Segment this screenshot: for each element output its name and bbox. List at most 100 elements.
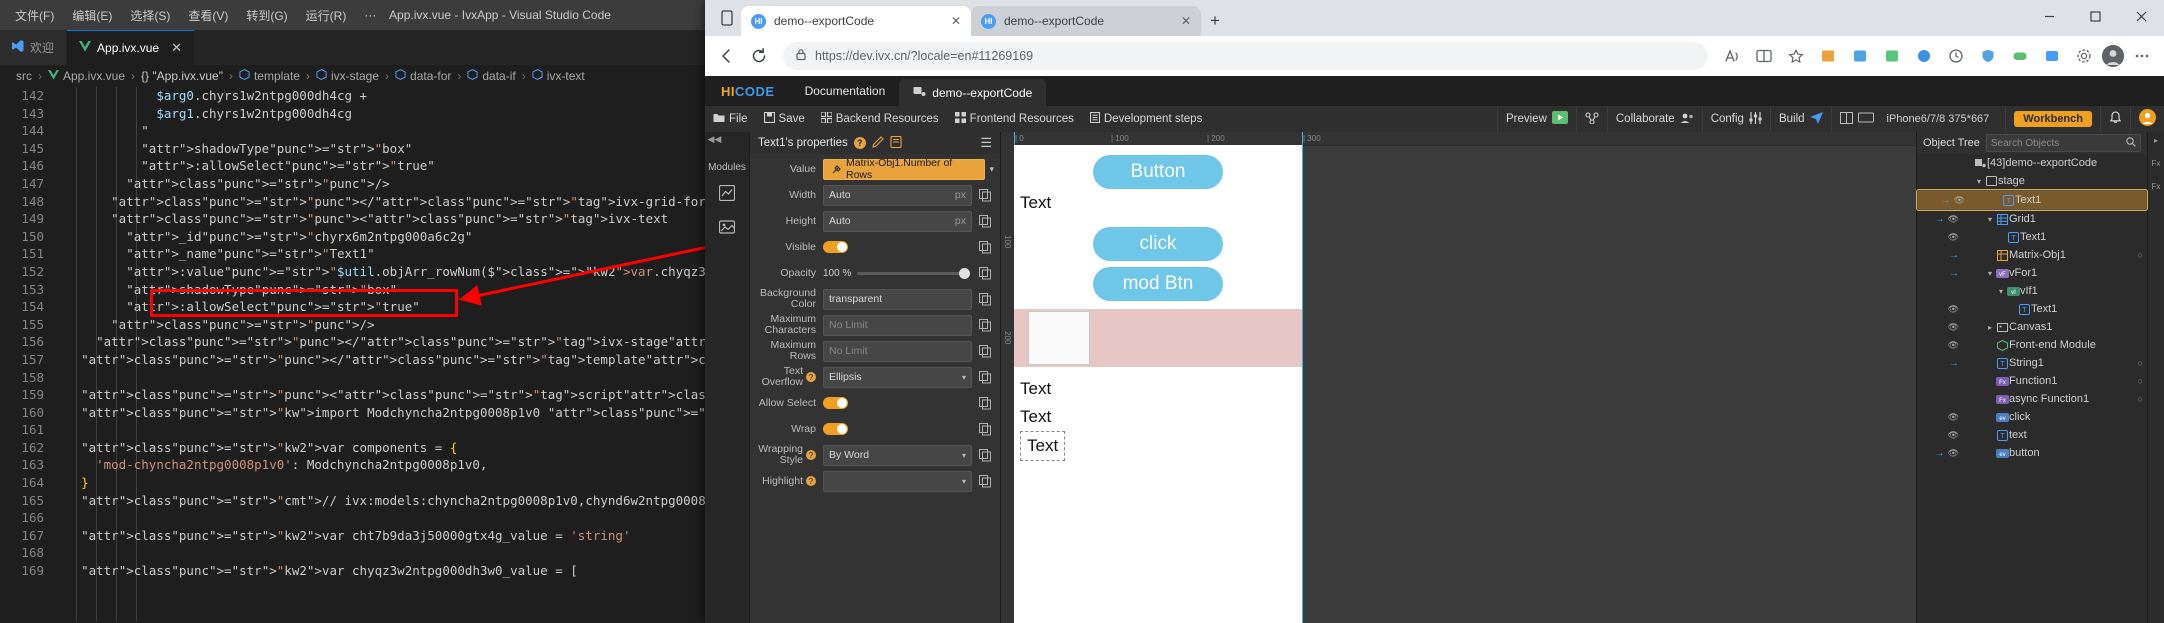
tree-caret-icon[interactable]: ▸ [1985,323,1995,332]
apps-icon[interactable] [2038,42,2066,70]
visibility-icon[interactable]: 👁 [1948,322,1959,333]
tree-caret-icon[interactable]: ▾ [1985,215,1995,224]
more-icon[interactable] [2128,42,2156,70]
maximize-button[interactable] [2072,0,2118,32]
avatar[interactable] [2102,45,2124,67]
editor-tab-0[interactable]: 欢迎 [0,30,68,65]
copy-icon[interactable] [977,473,994,490]
property-toggle[interactable] [823,241,848,253]
tree-row-2[interactable]: → 👁 T Text1 [1916,189,2148,211]
history-icon[interactable] [1846,42,1874,70]
visibility-icon[interactable]: 👁 [1948,412,1959,423]
games-icon[interactable] [2006,42,2034,70]
link-arrow-icon[interactable]: → [1941,195,1951,206]
link-arrow-icon[interactable]: → [1949,250,1959,261]
menu-item-1[interactable]: 编辑(E) [63,4,121,27]
browser-tab-1[interactable]: HI demo--exportCode ✕ [971,6,1201,36]
back-icon[interactable] [713,42,741,70]
menu-item-2[interactable]: 选择(S) [121,4,179,27]
browser-tabs[interactable]: HI demo--exportCode ✕ HI demo--exportCode ✕ [741,6,1201,36]
toolbar-backend-resources[interactable]: Backend Resources [813,106,947,132]
help-icon[interactable]: ? [806,372,816,382]
breadcrumb-item-2[interactable]: {} "App.ivx.vue" [141,69,223,83]
property-input[interactable]: No Limit [823,314,972,336]
link-arrow-icon[interactable]: → [1935,448,1945,459]
collaborate-button[interactable]: Collaborate [1606,106,1702,132]
property-input[interactable]: Matrix-Obj1.Number of Rows [823,157,986,181]
copy-icon[interactable] [977,187,994,204]
tree-caret-icon[interactable]: ▾ [1974,177,1984,186]
copy-icon[interactable] [977,421,994,438]
tree-row-9[interactable]: 👁 ▸ Canvas1 [1917,318,2147,336]
tree-row-indicator[interactable]: ○ [2138,250,2143,260]
link-arrow-icon[interactable]: → [1935,214,1945,225]
tree-row-12[interactable]: Fx Function1 ○ [1917,372,2147,390]
property-select[interactable]: Ellipsis ▾ [823,366,972,388]
visibility-icon[interactable]: 👁 [1948,340,1959,351]
canvas-button-1[interactable]: Button [1093,155,1223,189]
menu-item-6[interactable]: ··· [355,5,385,25]
tree-caret-icon[interactable]: ▾ [1985,269,1995,278]
property-toggle[interactable] [823,397,848,409]
minimize-button[interactable] [2026,0,2072,32]
chevron-down-icon[interactable]: ▾ [962,477,966,486]
tree-row-10[interactable]: 👁 Front-end Module [1917,336,2147,354]
collapse-panel-icon[interactable]: ◀◀ [705,132,752,146]
visibility-icon[interactable]: 👁 [1948,430,1959,441]
help-icon[interactable]: ? [806,476,816,486]
breadcrumb-item-1[interactable]: App.ivx.vue [48,69,125,83]
copy-icon[interactable] [977,239,994,256]
copilot-icon[interactable] [1910,42,1938,70]
link-arrow-icon[interactable]: → [1949,358,1959,369]
close-tab-icon[interactable]: ✕ [171,40,182,56]
breadcrumb-item-3[interactable]: template [239,69,300,83]
search-objects-input[interactable]: Search Objects [1985,134,2141,152]
copy-icon[interactable] [977,213,994,230]
ivx-logo[interactable]: HI CODE [705,76,791,106]
bell-icon[interactable] [2109,111,2122,127]
tree-row-7[interactable]: ▾ vI vIf1 [1917,282,2147,300]
vscode-menubar[interactable]: 文件(F) 编辑(E) 选择(S) 查看(V) 转到(G) 运行(R) ··· [0,4,385,27]
workbench-group[interactable]: iPhone6/7/8 375*667 [1830,106,2006,132]
help-icon[interactable]: ? [853,137,866,149]
edit-icon[interactable] [872,135,884,151]
tree-row-8[interactable]: 👁 T Text1 [1917,300,2147,318]
tree-row-indicator[interactable]: ○ [2138,394,2143,404]
toolbar-frontend-resources[interactable]: Frontend Resources [947,106,1082,132]
link-arrow-icon[interactable]: → [1949,268,1959,279]
chevron-down-icon[interactable]: ▾ [962,451,966,460]
close-tab-icon[interactable]: ✕ [1181,14,1191,28]
avatar-icon[interactable] [2139,109,2156,129]
tree-row-1[interactable]: ▾ stage [1917,172,2147,190]
device-icon[interactable] [1857,112,1874,127]
config-button[interactable]: Config [1701,106,1770,132]
canvas-text-1[interactable]: Text [1014,189,1302,217]
canvas-pink-region[interactable] [1014,309,1302,367]
canvas-area[interactable]: | 0 | 100 | 200 | 300 100 200 Button Text cl… [1001,132,1916,623]
visibility-icon[interactable]: 👁 [1948,232,1959,243]
editor-tab-1[interactable]: App.ivx.vue ✕ [67,30,195,65]
chevron-down-icon[interactable]: ▾ [962,373,966,382]
menu-icon[interactable]: ☰ [980,135,992,151]
copy-icon[interactable] [977,395,994,412]
menu-item-4[interactable]: 转到(G) [237,4,296,27]
property-input[interactable]: transparent [823,288,972,310]
search-icon[interactable] [2126,136,2136,150]
nav-documentation[interactable]: Documentation [791,76,900,106]
preview-button[interactable]: Preview [1496,106,1576,132]
close-button[interactable] [2118,0,2164,32]
close-tab-icon[interactable]: ✕ [951,14,961,28]
reload-icon[interactable] [745,42,773,70]
menu-item-3[interactable]: 查看(V) [179,4,237,27]
toolbar-file[interactable]: File [705,106,756,132]
menu-item-5[interactable]: 运行(R) [297,4,356,27]
device-size[interactable]: iPhone6/7/8 375*667 [1879,113,1998,125]
image-module-icon[interactable] [714,215,740,239]
breadcrumb-item-5[interactable]: data-for [395,69,451,83]
tree-row-16[interactable]: → 👁 ev button [1917,444,2147,462]
property-input[interactable]: Auto px [823,210,972,232]
canvas-text-selected[interactable]: Text [1020,431,1066,461]
canvas-text-2[interactable]: Text [1014,375,1302,403]
tree-row-13[interactable]: Fx async Function1 ○ [1917,390,2147,408]
tree-row-11[interactable]: → T String1 ○ [1917,354,2147,372]
